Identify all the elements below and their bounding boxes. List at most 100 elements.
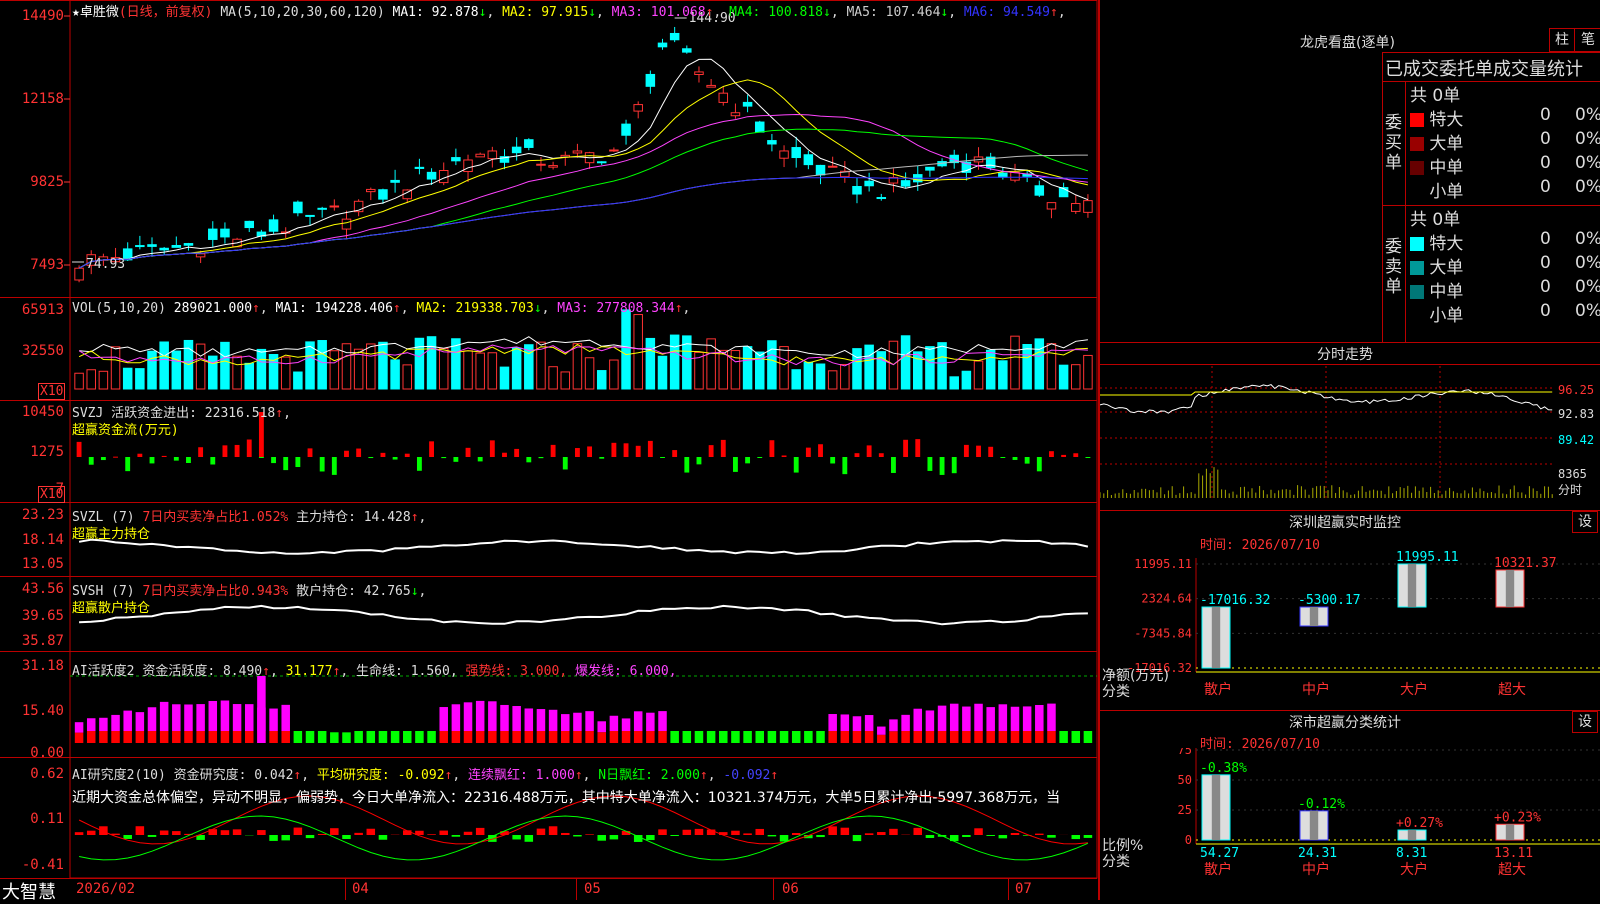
- research-bar: [75, 832, 84, 835]
- candle: [597, 162, 606, 163]
- frame: [70, 0, 1097, 878]
- sz-monitor-settings-button[interactable]: 设: [1572, 511, 1598, 533]
- vol-legend: VOL(5,10,20) 289021.000↑, MA1: 194228.40…: [72, 301, 690, 316]
- activity-bar: [986, 731, 995, 743]
- flow-bar: [259, 457, 264, 458]
- candle: [634, 105, 643, 111]
- research-bar: [816, 835, 825, 837]
- ai-burst-label: 爆发线:: [575, 664, 622, 679]
- volume-bar: [914, 352, 923, 389]
- bar-change-label: -0.38%: [1200, 761, 1247, 776]
- period-label[interactable]: (日线，前复权): [119, 5, 213, 20]
- activity-bar: [1072, 731, 1081, 743]
- ai-active-v2: 31.177: [286, 664, 333, 679]
- volume-bar: [573, 344, 582, 389]
- buy-total: 共 0单: [1410, 81, 1460, 106]
- research-bar: [281, 835, 290, 840]
- research-bar: [330, 828, 339, 835]
- activity-bar-top: [877, 727, 886, 735]
- activity-bar-top: [610, 716, 619, 731]
- bar-value-label: 11995.11: [1396, 550, 1459, 565]
- activity-bar: [804, 731, 813, 743]
- research-bar: [233, 829, 242, 835]
- volume-bar: [962, 371, 971, 389]
- activity-bar-top: [853, 716, 862, 731]
- ai-nday-value: 2.000: [661, 768, 700, 783]
- activity-bar: [123, 731, 132, 743]
- flow-bar: [186, 457, 191, 463]
- svzj-title: SVZJ: [72, 406, 103, 421]
- order-stats-header: 已成交委托单成交量统计: [1385, 55, 1583, 81]
- svzj-value: 22316.518: [205, 406, 275, 421]
- research-bar: [136, 826, 145, 835]
- research-bar: [257, 830, 266, 835]
- volume-bar: [294, 372, 303, 389]
- svsh-label2: 散户持仓:: [296, 584, 356, 599]
- research-bar: [354, 833, 363, 835]
- vol-ma3-value: MA3: 277808.344: [549, 301, 674, 316]
- activity-bar-top: [622, 718, 631, 731]
- flow-bar: [502, 453, 507, 457]
- volume-bar: [488, 353, 497, 389]
- activity-bar: [768, 731, 777, 743]
- flow-bar: [952, 457, 957, 473]
- activity-bar-top: [209, 701, 218, 731]
- volume-bar: [1072, 365, 1081, 389]
- activity-bar: [537, 731, 546, 743]
- volume-bar: [87, 370, 96, 389]
- activity-bar: [221, 731, 230, 743]
- bar-change-label: +0.23%: [1494, 810, 1541, 825]
- candle: [707, 85, 716, 87]
- candle: [330, 206, 339, 207]
- volume-bar: [415, 338, 424, 389]
- candle: [683, 49, 692, 52]
- sell-name: 大单: [1424, 258, 1463, 278]
- stock-name[interactable]: ★卓胜微: [72, 5, 119, 20]
- research-bar: [853, 835, 862, 841]
- activity-bar: [549, 731, 558, 743]
- flow-bar: [271, 457, 276, 463]
- sell-row: 中单00%: [1410, 277, 1463, 302]
- color-swatch: [1410, 137, 1424, 151]
- activity-bar-top: [1047, 704, 1056, 731]
- category-label: 大户: [1400, 681, 1428, 698]
- sep: ,: [683, 301, 691, 316]
- candle: [743, 102, 752, 106]
- ma5-value: MA5: 107.464: [839, 5, 941, 20]
- buy-row: 大单00%: [1410, 129, 1463, 154]
- activity-bar: [658, 731, 667, 743]
- sell-qty: 0: [1540, 301, 1551, 321]
- research-bar: [683, 830, 692, 835]
- flow-bar: [1013, 457, 1018, 460]
- ai-research-label: 资金研究度:: [174, 768, 247, 783]
- sz-class-settings-button[interactable]: 设: [1572, 711, 1598, 733]
- flow-bar: [1025, 457, 1030, 464]
- buy-pct: 0%: [1575, 129, 1600, 149]
- flow-bar: [89, 457, 94, 465]
- bar-value-label: 13.11: [1494, 846, 1533, 861]
- volume-bar: [828, 371, 837, 389]
- activity-bar: [865, 731, 874, 743]
- color-swatch: [1410, 185, 1424, 199]
- intraday-chart[interactable]: 96.2592.8389.428365分时: [1100, 366, 1600, 511]
- tick-view-button[interactable]: 笔: [1574, 28, 1600, 52]
- research-bar: [160, 830, 169, 835]
- flow-bar: [697, 457, 702, 464]
- main-ytick: 14490: [0, 8, 64, 24]
- sz-class-chart: 755025054.27-0.38%散户24.31-0.12%中户8.31+0.…: [1100, 748, 1600, 900]
- activity-bar: [950, 731, 959, 743]
- activity-bar-top: [123, 711, 132, 731]
- activity-bar-top: [1023, 706, 1032, 731]
- ma-line: [79, 80, 1088, 268]
- intraday-price-line: [1100, 385, 1552, 414]
- flow-bar: [1037, 457, 1042, 471]
- research-bar: [768, 835, 777, 836]
- sell-name: 中单: [1424, 282, 1463, 302]
- activity-bar-top: [269, 709, 278, 731]
- volume-bar: [172, 351, 181, 389]
- research-bar: [500, 831, 509, 835]
- research-bar: [87, 831, 96, 835]
- sep: ,: [1058, 5, 1066, 20]
- bar-view-button[interactable]: 柱: [1549, 28, 1575, 52]
- flow-bar: [235, 445, 240, 457]
